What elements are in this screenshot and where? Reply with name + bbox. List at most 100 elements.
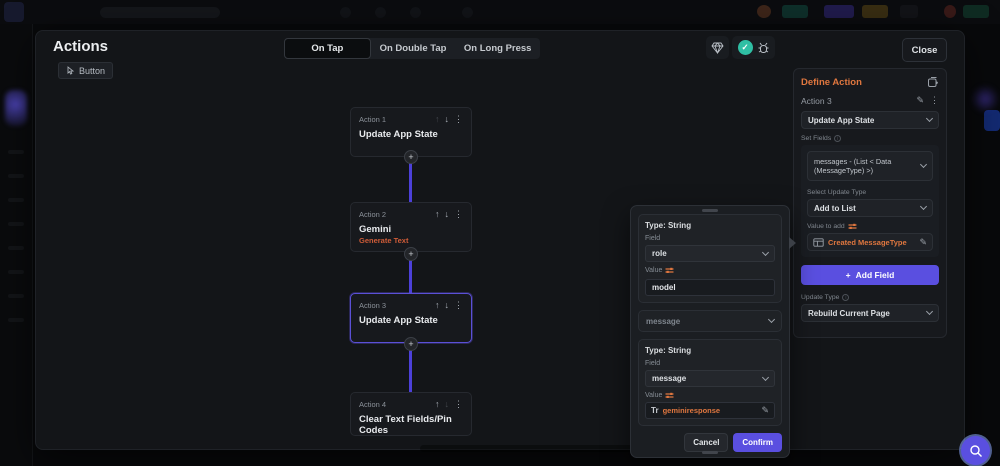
project-name-pill [100,7,220,18]
page-update-type-label: Update Type [801,294,840,301]
chevron-down-icon [919,160,928,169]
panel-action-name: Action 3 [801,95,832,106]
move-down-icon[interactable]: ↓ [445,209,450,220]
info-icon [842,294,850,301]
nav-icon [8,246,24,250]
value-label: Value [645,267,663,274]
tab-on-double-tap[interactable]: On Double Tap [371,38,456,59]
field-label: Field [645,360,661,367]
chevron-down-icon [761,248,770,256]
value-variable-field[interactable]: Tr geminiresponse ✎ [645,402,775,419]
value-variable-name: geminiresponse [662,406,721,415]
tab-on-tap[interactable]: On Tap [284,38,371,59]
edit-value-icon[interactable]: ✎ [919,237,927,248]
topbar-green-button [963,5,989,18]
define-action-panel: Define Action Action 3 ✎ ⋮ Update App St… [793,68,947,338]
field-section-message-header[interactable]: message [638,310,782,332]
nav-icon [8,150,24,154]
close-button[interactable]: Close [902,38,947,62]
nav-icon [8,222,24,226]
value-to-add-field[interactable]: Created MessageType ✎ [807,233,933,251]
check-circle-icon[interactable]: ✓ [737,40,753,55]
variable-settings-icon [665,392,674,398]
action-node-label: Action 2 [359,210,387,219]
move-up-icon[interactable]: ↑ [435,209,440,220]
nav-icon [8,270,24,274]
trigger-tabs: On Tap On Double Tap On Long Press [284,38,540,59]
action-node-4[interactable]: Action 4 ↑ ↓ ⋮ Clear Text Fields/Pin Cod… [350,392,472,436]
action-node-title: Clear Text Fields/Pin Codes [359,414,452,436]
field-binding-select[interactable]: messages - (List < Data (MessageType) >) [807,151,933,181]
topbar-gray-button [900,5,918,18]
move-down-icon[interactable]: ↓ [445,114,450,125]
update-type-select[interactable]: Add to List [807,199,933,217]
move-down-icon[interactable]: ↓ [445,300,450,311]
node-menu-icon[interactable]: ⋮ [454,300,463,311]
gem-icon [711,41,724,54]
node-menu-icon[interactable]: ⋮ [454,209,463,220]
add-action-button[interactable]: + [404,337,418,351]
chevron-down-icon [925,307,934,316]
page-update-select[interactable]: Rebuild Current Page [801,304,939,322]
copy-action-icon[interactable] [927,76,939,88]
active-nav-glow [5,90,27,126]
confirm-button[interactable]: Confirm [733,433,782,452]
field-name-select[interactable]: message [645,370,775,387]
plus-icon: + [845,270,851,280]
rename-action-icon[interactable]: ✎ [916,95,924,106]
chevron-down-icon [919,202,928,211]
tab-on-long-press[interactable]: On Long Press [455,38,540,59]
action-node-title: Update App State [359,315,438,326]
move-up-icon[interactable]: ↑ [435,399,440,410]
action-node-subtitle: Generate Text [359,236,409,245]
action-node-title: Update App State [359,129,438,140]
topbar-warning-badge [757,5,771,18]
chevron-down-icon [761,373,770,381]
popup-scroll-indicator[interactable] [702,209,718,212]
chevron-down-icon [767,315,776,324]
nav-icon [8,198,24,202]
value-label: Value [645,392,663,399]
field-section-message: Type: String Field message Value Tr gemi… [638,339,782,426]
field-name-value: message [652,374,687,383]
field-type-label: Type: String [645,346,692,355]
move-down-icon: ↓ [444,399,450,409]
nav-icon [8,318,24,322]
collapsed-field-name: message [646,316,681,326]
topbar-teal-button [782,5,808,18]
add-field-button[interactable]: + Add Field [801,265,939,285]
action-type-select[interactable]: Update App State [801,111,939,129]
move-up-icon[interactable]: ↑ [435,300,440,311]
value-input[interactable] [645,279,775,296]
edit-value-icon[interactable]: ✎ [761,405,769,416]
select-update-type-label: Select Update Type [807,189,867,196]
zoom-search-fab[interactable] [961,436,990,465]
move-up-icon: ↑ [435,114,440,124]
action-node-label: Action 1 [359,115,387,124]
update-type-value: Add to List [814,203,856,213]
popup-pointer-arrow [789,237,796,249]
text-variable-icon: Tr [651,406,659,415]
data-type-icon [813,237,824,247]
action-node-label: Action 4 [359,400,387,409]
node-menu-icon[interactable]: ⋮ [454,399,463,410]
gem-button[interactable] [706,36,729,59]
action-menu-icon[interactable]: ⋮ [930,95,939,106]
bug-icon[interactable] [757,41,770,55]
add-field-label: Add Field [855,270,895,280]
popup-scroll-indicator[interactable] [702,451,718,454]
node-menu-icon[interactable]: ⋮ [454,114,463,125]
add-action-button[interactable]: + [404,247,418,261]
selected-element-chip[interactable]: Button [58,62,114,79]
element-chip-label: Button [79,65,106,76]
cancel-button[interactable]: Cancel [684,433,729,452]
page-title: Actions [53,38,109,55]
field-name-select[interactable]: role [645,245,775,262]
add-action-button[interactable]: + [404,150,418,164]
canvas-horizontal-scrollbar[interactable] [420,445,665,452]
field-section-role: Type: String Field role Value [638,214,782,303]
topbar-icon [375,7,386,18]
action-node-2[interactable]: Action 2 ↑ ↓ ⋮ Gemini Generate Text [350,202,472,252]
action-node-3-selected[interactable]: Action 3 ↑ ↓ ⋮ Update App State [350,293,472,343]
page-update-value: Rebuild Current Page [808,308,890,318]
